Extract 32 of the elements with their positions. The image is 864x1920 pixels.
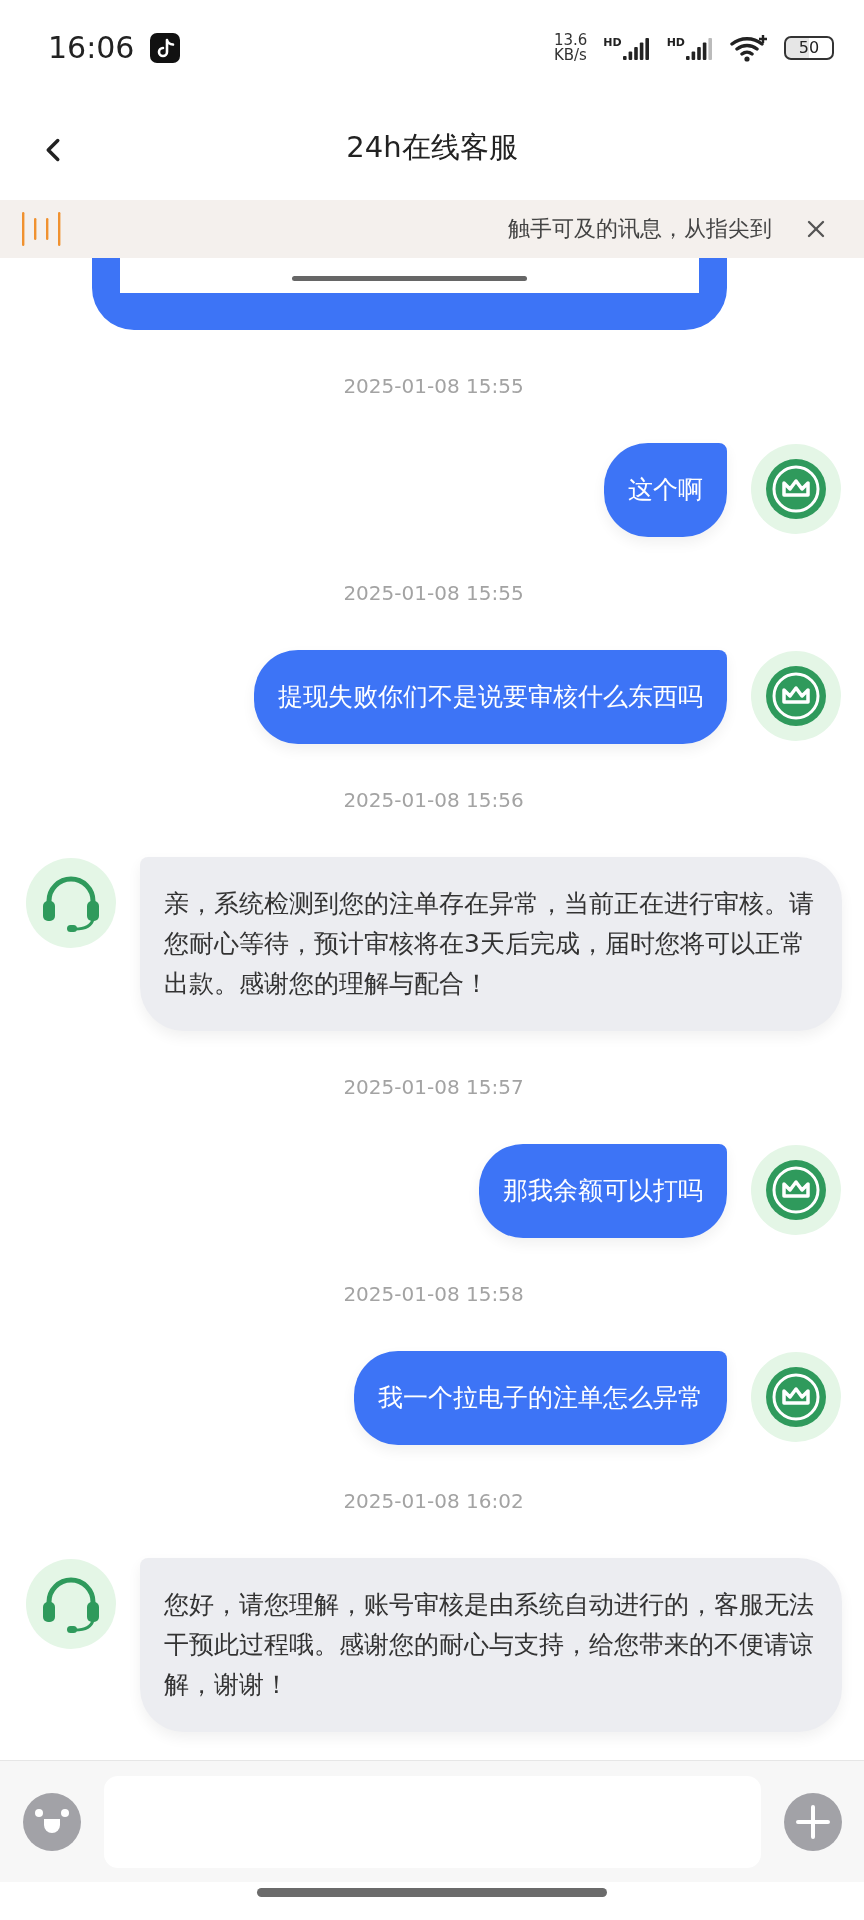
image-message[interactable] (92, 258, 727, 330)
message-timestamp: 2025-01-08 15:58 (343, 1282, 524, 1306)
wifi-icon (730, 33, 768, 62)
message-bubble: 那我余额可以打吗 (479, 1144, 727, 1238)
network-speed-unit: KB/s (553, 47, 587, 63)
status-time: 16:06 (48, 30, 135, 65)
message-timestamp: 2025-01-08 15:55 (343, 581, 524, 605)
message-bubble: 这个啊 (604, 443, 727, 537)
music-note-app-icon (150, 32, 181, 63)
hd-label: HD (666, 35, 685, 49)
crown-avatar-icon (750, 443, 842, 535)
message-bubble: 亲，系统检测到您的注单存在异常，当前正在进行审核。请您耐心等待，预计审核将在3天后完成，届时您将可以正常出款。感谢您的理解与配合！ (140, 857, 842, 1031)
sound-wave-icon (20, 212, 62, 246)
message-bubble: 提现失败你们不是说要审核什么东西吗 (254, 650, 727, 744)
message-timestamp: 2025-01-08 15:57 (343, 1075, 524, 1099)
notice-text: 触手可及的讯息，从指尖到 (508, 215, 772, 243)
signal-icon (622, 35, 651, 60)
crown-avatar-icon (750, 1144, 842, 1236)
message-timestamp: 2025-01-08 15:56 (343, 788, 524, 812)
crown-avatar-icon (750, 650, 842, 742)
page-title: 24h在线客服 (346, 128, 518, 166)
message-bubble: 您好，请您理解，账号审核是由系统自动进行的，客服无法干预此过程哦。感谢您的耐心与支持，给您带来的不便请谅解，谢谢！ (140, 1558, 842, 1732)
message-timestamp: 2025-01-08 15:55 (343, 374, 524, 398)
message-bubble: 我一个拉电子的注单怎么异常 (354, 1351, 727, 1445)
signal-icon (686, 35, 714, 60)
network-speed: 13.6 (553, 32, 588, 48)
headset-avatar-icon (25, 1558, 117, 1650)
battery-percent: 50 (798, 38, 820, 57)
hd-label: HD (603, 35, 622, 49)
headset-avatar-icon (25, 857, 117, 949)
message-timestamp: 2025-01-08 16:02 (343, 1489, 524, 1513)
crown-avatar-icon (750, 1351, 842, 1443)
